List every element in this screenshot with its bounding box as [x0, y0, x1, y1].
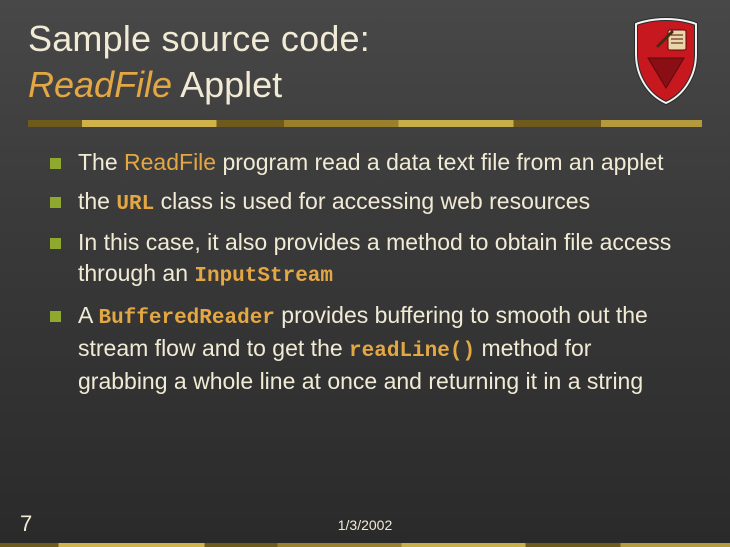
title-line-2: ReadFile Applet: [28, 64, 592, 106]
code-text: InputStream: [194, 265, 333, 288]
title-line-1: Sample source code:: [28, 18, 592, 60]
bullet-list: The ReadFile program read a data text fi…: [28, 147, 702, 398]
code-text: BufferedReader: [98, 307, 274, 330]
body-text: A: [78, 302, 98, 328]
list-item: The ReadFile program read a data text fi…: [50, 147, 680, 178]
body-text: In this case, it also provides a method …: [78, 229, 671, 286]
title-emphasis: ReadFile: [28, 64, 172, 105]
body-text: class is used for accessing web resource…: [154, 188, 590, 214]
highlight-text: ReadFile: [124, 149, 216, 175]
body-text: The: [78, 149, 124, 175]
code-text: readLine(): [349, 340, 475, 363]
title-divider: [28, 120, 702, 127]
list-item: the URL class is used for accessing web …: [50, 186, 680, 219]
list-item: A BufferedReader provides buffering to s…: [50, 300, 680, 398]
title-rest: Applet: [172, 64, 282, 105]
slide-title: Sample source code: ReadFile Applet: [28, 18, 702, 106]
body-text: the: [78, 188, 116, 214]
bottom-divider: [0, 543, 730, 547]
body-text: program read a data text file from an ap…: [216, 149, 663, 175]
slide: Sample source code: ReadFile Applet The …: [0, 0, 730, 547]
code-text: URL: [116, 193, 154, 216]
shield-logo-icon: [628, 16, 704, 106]
footer-date: 1/3/2002: [0, 517, 730, 533]
list-item: In this case, it also provides a method …: [50, 227, 680, 291]
